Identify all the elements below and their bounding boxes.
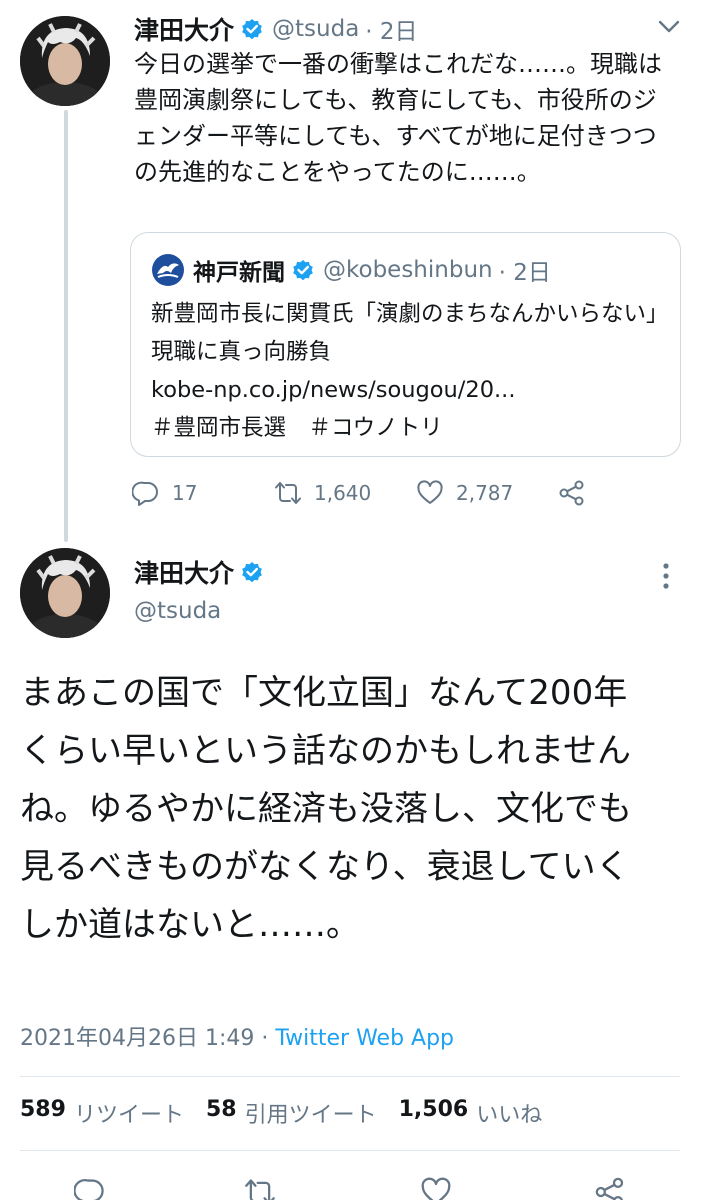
reply-count: 17 — [172, 481, 198, 505]
tweet2-action-bar — [0, 1168, 701, 1200]
reply-icon — [132, 481, 158, 506]
retweet-count: 1,640 — [314, 481, 372, 505]
like-icon[interactable] — [420, 1176, 452, 1200]
tweet1-text: 今日の選挙で一番の衝撃はこれだな……。現職は豊岡演劇祭にしても、教育にしても、市… — [134, 50, 662, 186]
tweet1-header: 津田大介 @tsuda · 2日 — [134, 12, 654, 46]
quoted-time: · 2日 — [498, 260, 551, 286]
tweet2-text: まあこの国で「文化立国」なんて200年くらい早いという話なのかもしれませんね。ゆ… — [20, 673, 632, 945]
like-button[interactable]: 2,787 — [416, 475, 513, 511]
retweet-icon — [275, 482, 301, 504]
quoted-handle[interactable]: @kobeshinbun — [323, 257, 493, 283]
verified-badge-icon — [242, 562, 262, 583]
like-icon — [417, 480, 443, 504]
verified-badge-icon — [242, 19, 262, 40]
tweet1-avatar[interactable] — [20, 16, 110, 106]
quoted-headline: 新豊岡市長に関貫氏「演劇のまちなんかいらない」 現職に真っ向勝負 — [151, 301, 680, 365]
retweet-icon[interactable] — [244, 1176, 276, 1200]
stat-retweets-count[interactable]: 589 — [20, 1097, 66, 1129]
tweet1-time[interactable]: · 2日 — [365, 12, 417, 46]
reply-button[interactable]: 17 — [132, 475, 197, 511]
quoted-tweet-card[interactable]: 神戸新聞 @kobeshinbun · 2日 新豊岡市長に関貫氏「演劇のまちなん… — [130, 232, 681, 457]
tweet1-handle[interactable]: @tsuda — [272, 16, 359, 42]
retweet-button[interactable]: 1,640 — [274, 475, 371, 511]
avatar-image — [20, 548, 110, 638]
tweet2-name-row: 津田大介 — [134, 554, 264, 590]
stat-quotes-count[interactable]: 58 — [206, 1097, 237, 1129]
tweet2-stats: 589 リツイート 58 引用ツイート 1,506 いいね — [20, 1097, 564, 1129]
avatar-image — [20, 16, 110, 106]
share-icon — [559, 480, 584, 506]
share-icon[interactable] — [594, 1176, 626, 1200]
tweet2-meta: 2021年04月26日 1:49 · Twitter Web App — [20, 1020, 454, 1052]
verified-badge-icon — [293, 260, 313, 281]
tweet2-timestamp[interactable]: 2021年04月26日 1:49 · — [20, 1026, 275, 1051]
like-count: 2,787 — [456, 481, 514, 505]
more-vertical-icon[interactable] — [662, 562, 670, 590]
tweet1-action-bar: 17 1,640 2,787 — [132, 475, 602, 511]
divider — [20, 1076, 680, 1077]
stat-quotes-label[interactable]: 引用ツイート — [245, 1097, 377, 1129]
tweet2-handle[interactable]: @tsuda — [134, 598, 221, 624]
tweet2-author-name[interactable]: 津田大介 — [134, 554, 234, 590]
share-button[interactable] — [558, 475, 586, 511]
kobe-shinbun-logo-icon — [152, 254, 184, 286]
quoted-tweet-body: 新豊岡市長に関貫氏「演劇のまちなんかいらない」 現職に真っ向勝負 kobe-np… — [151, 295, 680, 447]
stat-likes-count[interactable]: 1,506 — [399, 1097, 469, 1129]
quoted-tweet-header: 神戸新聞 @kobeshinbun · 2日 — [151, 253, 551, 287]
quoted-author-name[interactable]: 神戸新聞 — [193, 253, 285, 287]
tweet2-source[interactable]: Twitter Web App — [275, 1026, 454, 1051]
thread-connector-line — [64, 110, 68, 542]
stat-retweets-label[interactable]: リツイート — [74, 1097, 184, 1129]
tweet1-author-name[interactable]: 津田大介 — [134, 11, 234, 47]
chevron-down-icon[interactable] — [656, 18, 682, 36]
reply-icon[interactable] — [74, 1176, 106, 1200]
quoted-link[interactable]: kobe-np.co.jp/news/sougou/20... — [151, 371, 666, 409]
stat-likes-label[interactable]: いいね — [476, 1097, 542, 1129]
divider — [20, 1150, 680, 1151]
tweet2-avatar[interactable] — [20, 548, 110, 638]
quoted-hashtags[interactable]: ＃豊岡市長選 ＃コウノトリ — [151, 409, 666, 447]
